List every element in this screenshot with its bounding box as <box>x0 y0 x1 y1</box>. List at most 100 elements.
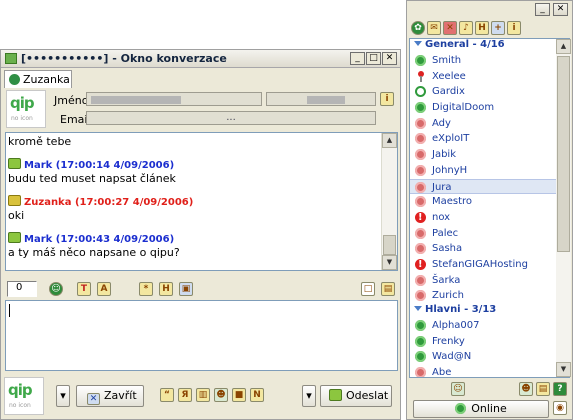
contacts-icon[interactable]: ☺ <box>451 382 465 396</box>
smiley-icon[interactable]: ☺ <box>49 282 63 296</box>
flower-icon <box>9 74 20 85</box>
contact-row[interactable]: Ady <box>410 116 569 132</box>
history-scrollbar[interactable]: ▲ ▼ <box>381 133 397 270</box>
hide-offline-icon[interactable]: ✕ <box>443 21 457 35</box>
roster-title-bar[interactable]: _ ✕ <box>407 1 572 19</box>
contact-row[interactable]: Zurich <box>410 288 569 304</box>
info-icon[interactable]: i <box>507 21 521 35</box>
add-contact-icon[interactable]: + <box>491 21 505 35</box>
close-window-button[interactable]: ✕ <box>382 52 397 65</box>
contact-name: Gardix <box>432 86 465 98</box>
message-input[interactable] <box>5 300 398 371</box>
scroll-down-arrow[interactable]: ▼ <box>556 362 571 377</box>
info-icon[interactable]: i <box>380 92 394 106</box>
contact-name: nox <box>432 211 451 223</box>
message-text: oki <box>8 209 25 222</box>
font-icon[interactable]: A <box>97 282 111 296</box>
text-cursor <box>9 304 10 317</box>
contact-name: Alpha007 <box>432 320 480 331</box>
contact-row[interactable]: Smith <box>410 53 569 69</box>
star-icon[interactable]: * <box>139 282 153 296</box>
status-flower-icon <box>415 274 426 286</box>
qip-logo-bottom: qip no icon <box>4 377 44 415</box>
close-x-icon: ✕ <box>87 393 100 405</box>
contact-row[interactable]: Jura <box>410 178 569 195</box>
contact-row[interactable]: Abe <box>410 365 569 377</box>
contact-row[interactable]: Alpha007 <box>410 318 569 334</box>
status-flower-icon <box>415 181 426 193</box>
roster-close-button[interactable]: ✕ <box>553 3 568 16</box>
title-bar[interactable]: [•••••••••••] - Okno konverzace _ □ ✕ <box>1 50 400 68</box>
message-history[interactable]: kromě tebe Mark (17:00:14 4/09/2006) bud… <box>5 132 398 271</box>
contact-row[interactable]: Palec <box>410 226 569 242</box>
status-flower-icon <box>415 243 426 255</box>
contact-list[interactable]: General - 4/16 Smith Xeelee Gardix DigitalDo… <box>409 38 570 378</box>
history-icon[interactable]: H <box>159 282 173 296</box>
contact-row[interactable]: Wad@N <box>410 349 569 365</box>
translit-icon[interactable]: Я <box>178 388 192 402</box>
chat-window: [•••••••••••] - Okno konverzace _ □ ✕ Zu… <box>0 49 401 420</box>
uin-field <box>266 92 376 106</box>
message-icon <box>8 195 21 206</box>
quote-icon[interactable]: “ <box>160 388 174 402</box>
roster-minimize-button[interactable]: _ <box>535 3 550 16</box>
status-button[interactable]: Online <box>413 400 549 418</box>
search-user-icon[interactable]: ☻ <box>519 382 533 396</box>
scroll-up-arrow[interactable]: ▲ <box>382 133 397 148</box>
contact-row[interactable]: StefanGIGAHosting <box>410 257 569 273</box>
picture-icon[interactable]: ▣ <box>179 282 193 296</box>
folder-icon[interactable]: ▤ <box>381 282 395 296</box>
contact-row[interactable]: eXploIT <box>410 131 569 147</box>
scroll-up-arrow[interactable]: ▲ <box>556 39 571 54</box>
maximize-button[interactable]: □ <box>366 52 381 65</box>
scroll-track: ▲ ▼ <box>556 39 571 377</box>
scroll-thumb[interactable] <box>383 235 396 255</box>
users-icon[interactable]: ☻ <box>214 388 228 402</box>
send-button[interactable]: Odeslat <box>320 385 392 407</box>
contact-row[interactable]: DigitalDoom <box>410 100 569 116</box>
lock-icon[interactable]: ■ <box>232 388 246 402</box>
message-icon <box>8 232 21 243</box>
notify-icon[interactable]: N <box>250 388 264 402</box>
contact-row[interactable]: Frenky <box>410 334 569 350</box>
contact-list-window: _ ✕ ✿ ✉ ✕ ♪ H + i General - 4/16 Smith Xee… <box>406 0 573 420</box>
scroll-down-arrow[interactable]: ▼ <box>382 255 397 270</box>
contact-row[interactable]: Gardix <box>410 84 569 100</box>
close-button[interactable]: ✕ Zavřít <box>76 385 144 407</box>
notes-icon[interactable]: □ <box>361 282 375 296</box>
logo-text: qip <box>8 381 33 399</box>
help-icon[interactable]: ? <box>553 382 567 396</box>
minimize-button[interactable]: _ <box>350 52 365 65</box>
send-options-dropdown[interactable]: ▾ <box>302 385 316 407</box>
file-icon[interactable]: ▥ <box>196 388 210 402</box>
contact-name: StefanGIGAHosting <box>432 258 528 270</box>
tab-zuzanka[interactable]: Zuzanka <box>4 70 72 88</box>
options-icon[interactable]: ▤ <box>536 382 550 396</box>
contact-row[interactable]: Maestro <box>410 194 569 210</box>
group-header[interactable]: Hlavni - 3/13 <box>410 304 569 318</box>
text-format-icon[interactable]: T <box>77 282 91 296</box>
collapse-arrow-icon[interactable] <box>414 306 422 311</box>
privacy-icon[interactable]: ◉ <box>553 401 567 415</box>
contact-row[interactable]: nox <box>410 210 569 226</box>
collapse-arrow-icon[interactable] <box>414 41 422 46</box>
main-menu-icon[interactable]: ✿ <box>411 21 425 35</box>
contact-row[interactable]: Xeelee <box>410 69 569 85</box>
contact-row[interactable]: Šarka <box>410 273 569 289</box>
input-toolbar: 0 ☺ T A * H ▣ □ ▤ <box>5 279 398 299</box>
contact-list-scrollbar[interactable]: ▲ ▼ <box>556 39 571 377</box>
message-icon[interactable]: ✉ <box>427 21 441 35</box>
scroll-thumb[interactable] <box>557 56 570 252</box>
contact-row[interactable]: Jabik <box>410 147 569 163</box>
contact-name: Palec <box>432 227 459 239</box>
close-options-dropdown[interactable]: ▾ <box>56 385 70 407</box>
group-header[interactable]: General - 4/16 <box>410 39 569 53</box>
status-flower-icon <box>415 149 426 161</box>
contact-name: Šarka <box>432 274 461 286</box>
contact-row[interactable]: JohnyH <box>410 163 569 179</box>
contact-row[interactable]: Sasha <box>410 241 569 257</box>
sound-icon[interactable]: ♪ <box>459 21 473 35</box>
history-icon[interactable]: H <box>475 21 489 35</box>
status-flower-icon <box>415 210 426 225</box>
tab-label: Zuzanka <box>23 73 70 86</box>
